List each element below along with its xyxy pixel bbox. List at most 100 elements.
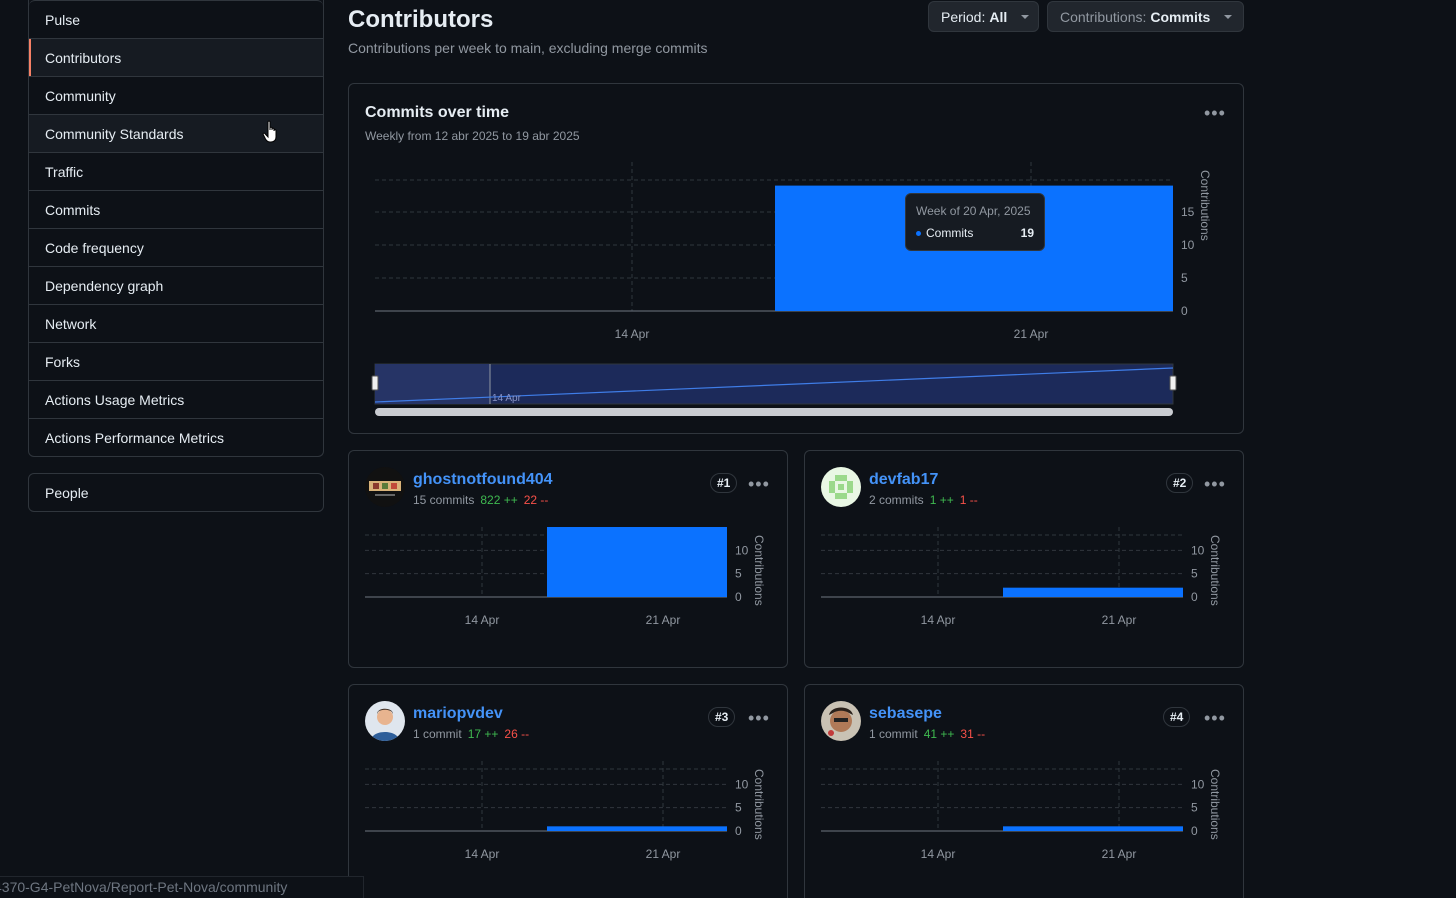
kebab-horizontal-icon[interactable]: ••• <box>748 709 770 727</box>
y-tick-label: 10 <box>1181 238 1195 252</box>
series-dot-icon <box>916 231 921 237</box>
chart-subtitle: Weekly from 12 abr 2025 to 19 abr 2025 <box>365 129 580 143</box>
avatar[interactable] <box>365 701 405 741</box>
sidebar-item-dependency-graph[interactable]: Dependency graph <box>29 266 323 304</box>
status-bar-url: 4370-G4-PetNova/Report-Pet-Nova/communit… <box>0 876 364 898</box>
kebab-horizontal-icon[interactable]: ••• <box>1204 709 1226 727</box>
avatar[interactable] <box>821 701 861 741</box>
contributions-dropdown[interactable]: Contributions: Commits <box>1047 1 1244 32</box>
navigator-scrollbar <box>375 408 1173 416</box>
navigator-handle-left <box>371 375 379 391</box>
commits-over-time-panel: Commits over time Weekly from 12 abr 202… <box>348 83 1244 434</box>
sidebar-item-network[interactable]: Network <box>29 304 323 342</box>
additions-count: 41 ++ <box>923 727 955 741</box>
contributor-commits-chart: 0 5 10 14 Apr 21 Apr Contributions <box>821 527 1222 627</box>
y-tick-label: 10 <box>735 777 749 791</box>
contributor-username[interactable]: sebasepe <box>869 705 942 723</box>
sidebar-item-commits[interactable]: Commits <box>29 190 323 228</box>
sidebar-item-code-frequency[interactable]: Code frequency <box>29 228 323 266</box>
avatar[interactable] <box>365 467 405 507</box>
kebab-horizontal-icon[interactable]: ••• <box>1204 104 1226 122</box>
sidebar-item-actions-usage-metrics[interactable]: Actions Usage Metrics <box>29 380 323 418</box>
contributions-value: Commits <box>1150 8 1211 25</box>
chart-tooltip: Week of 20 Apr, 2025 Commits 19 <box>905 193 1045 251</box>
y-tick-label: 5 <box>1181 271 1188 285</box>
commit-count[interactable]: 1 commit <box>869 727 918 741</box>
chevron-down-icon <box>1021 14 1030 19</box>
rank-badge: #3 <box>708 707 736 727</box>
y-tick-label: 5 <box>735 567 742 581</box>
x-tick-label: 21 Apr <box>646 847 681 861</box>
y-axis-title: Contributions <box>1208 769 1222 840</box>
additions-count: 1 ++ <box>929 493 954 507</box>
y-axis-title: Contributions <box>752 535 766 606</box>
commits-over-time-chart: 0 5 10 15 14 Apr 21 Apr Contributions 14 Apr <box>371 162 1212 416</box>
y-axis-title: Contributions <box>1198 170 1212 241</box>
y-tick-label: 10 <box>735 543 749 557</box>
bar <box>547 527 727 597</box>
kebab-horizontal-icon[interactable]: ••• <box>1204 475 1226 493</box>
kebab-horizontal-icon[interactable]: ••• <box>748 475 770 493</box>
sidebar-item-traffic[interactable]: Traffic <box>29 152 323 190</box>
y-tick-label: 10 <box>1191 777 1205 791</box>
commit-count[interactable]: 1 commit <box>413 727 462 741</box>
y-tick-label: 5 <box>1191 567 1198 581</box>
commit-count[interactable]: 2 commits <box>869 493 924 507</box>
rank-badge: #4 <box>1163 707 1191 727</box>
sidebar-item-pulse[interactable]: Pulse <box>29 0 323 38</box>
contributor-stats: 1 commit 41 ++ 31 -- <box>869 727 985 741</box>
tooltip-series: Commits <box>926 226 974 240</box>
x-tick-label: 14 Apr <box>465 847 500 861</box>
y-tick-label: 5 <box>1191 801 1198 815</box>
bar <box>1003 826 1183 831</box>
contributor-username[interactable]: mariopvdev <box>413 705 503 723</box>
insights-sidebar: Pulse Contributors Community Community S… <box>28 0 324 457</box>
contributor-commits-chart: 0 5 10 14 Apr 21 Apr Contributions <box>365 527 766 627</box>
sidebar-item-actions-performance-metrics[interactable]: Actions Performance Metrics <box>29 418 323 456</box>
y-tick-label: 15 <box>1181 205 1195 219</box>
y-tick-label: 0 <box>1181 304 1188 318</box>
contributor-username[interactable]: devfab17 <box>869 471 938 489</box>
contributor-username[interactable]: ghostnotfound404 <box>413 471 553 489</box>
deletions-count: 22 -- <box>523 493 549 507</box>
tooltip-value: 19 <box>1020 226 1034 240</box>
contributor-card: mariopvdev 1 commit 17 ++ 26 -- #3 ••• 0 5 1… <box>348 684 788 898</box>
sidebar-item-community[interactable]: Community <box>29 76 323 114</box>
deletions-count: 1 -- <box>959 493 978 507</box>
period-dropdown[interactable]: Period: All <box>928 1 1039 32</box>
contributor-stats: 1 commit 17 ++ 26 -- <box>413 727 529 741</box>
contributions-label: Contributions: <box>1060 8 1147 25</box>
additions-count: 17 ++ <box>467 727 499 741</box>
contributor-card: ghostnotfound404 15 commits 822 ++ 22 -- #… <box>348 450 788 668</box>
deletions-count: 31 -- <box>960 727 986 741</box>
deletions-count: 26 -- <box>504 727 530 741</box>
contributor-commits-chart: 0 5 10 14 Apr 21 Apr Contributions <box>365 761 766 861</box>
contributor-card: sebasepe 1 commit 41 ++ 31 -- #4 ••• 0 5 10 1… <box>804 684 1244 898</box>
navigator-handle-right <box>1169 375 1177 391</box>
avatar[interactable] <box>821 467 861 507</box>
contributor-card: devfab17 2 commits 1 ++ 1 -- #2 ••• 0 5 10 14… <box>804 450 1244 668</box>
tooltip-title: Week of 20 Apr, 2025 <box>916 204 1031 218</box>
x-tick-label: 21 Apr <box>1102 613 1137 627</box>
contributor-stats: 15 commits 822 ++ 22 -- <box>413 493 548 507</box>
page-title: Contributors <box>348 6 494 33</box>
x-tick-label: 14 Apr <box>465 613 500 627</box>
y-tick-label: 0 <box>735 824 742 838</box>
x-tick-label: 21 Apr <box>1014 327 1049 341</box>
rank-badge: #1 <box>710 473 738 493</box>
sidebar-item-contributors[interactable]: Contributors <box>29 38 323 76</box>
navigator-tick-label: 14 Apr <box>492 393 522 404</box>
x-tick-label: 21 Apr <box>1102 847 1137 861</box>
page-subtitle: Contributions per week to main, excludin… <box>348 40 708 56</box>
y-tick-label: 10 <box>1191 543 1205 557</box>
hand-cursor-icon <box>262 120 277 143</box>
x-tick-label: 14 Apr <box>921 613 956 627</box>
commit-count[interactable]: 15 commits <box>413 493 474 507</box>
x-tick-label: 21 Apr <box>646 613 681 627</box>
sidebar-item-forks[interactable]: Forks <box>29 342 323 380</box>
y-tick-label: 0 <box>1191 824 1198 838</box>
sidebar-item-people[interactable]: People <box>28 473 324 512</box>
tooltip-row: Commits 19 <box>916 226 1034 240</box>
y-axis-title: Contributions <box>1208 535 1222 606</box>
bar <box>547 826 727 831</box>
